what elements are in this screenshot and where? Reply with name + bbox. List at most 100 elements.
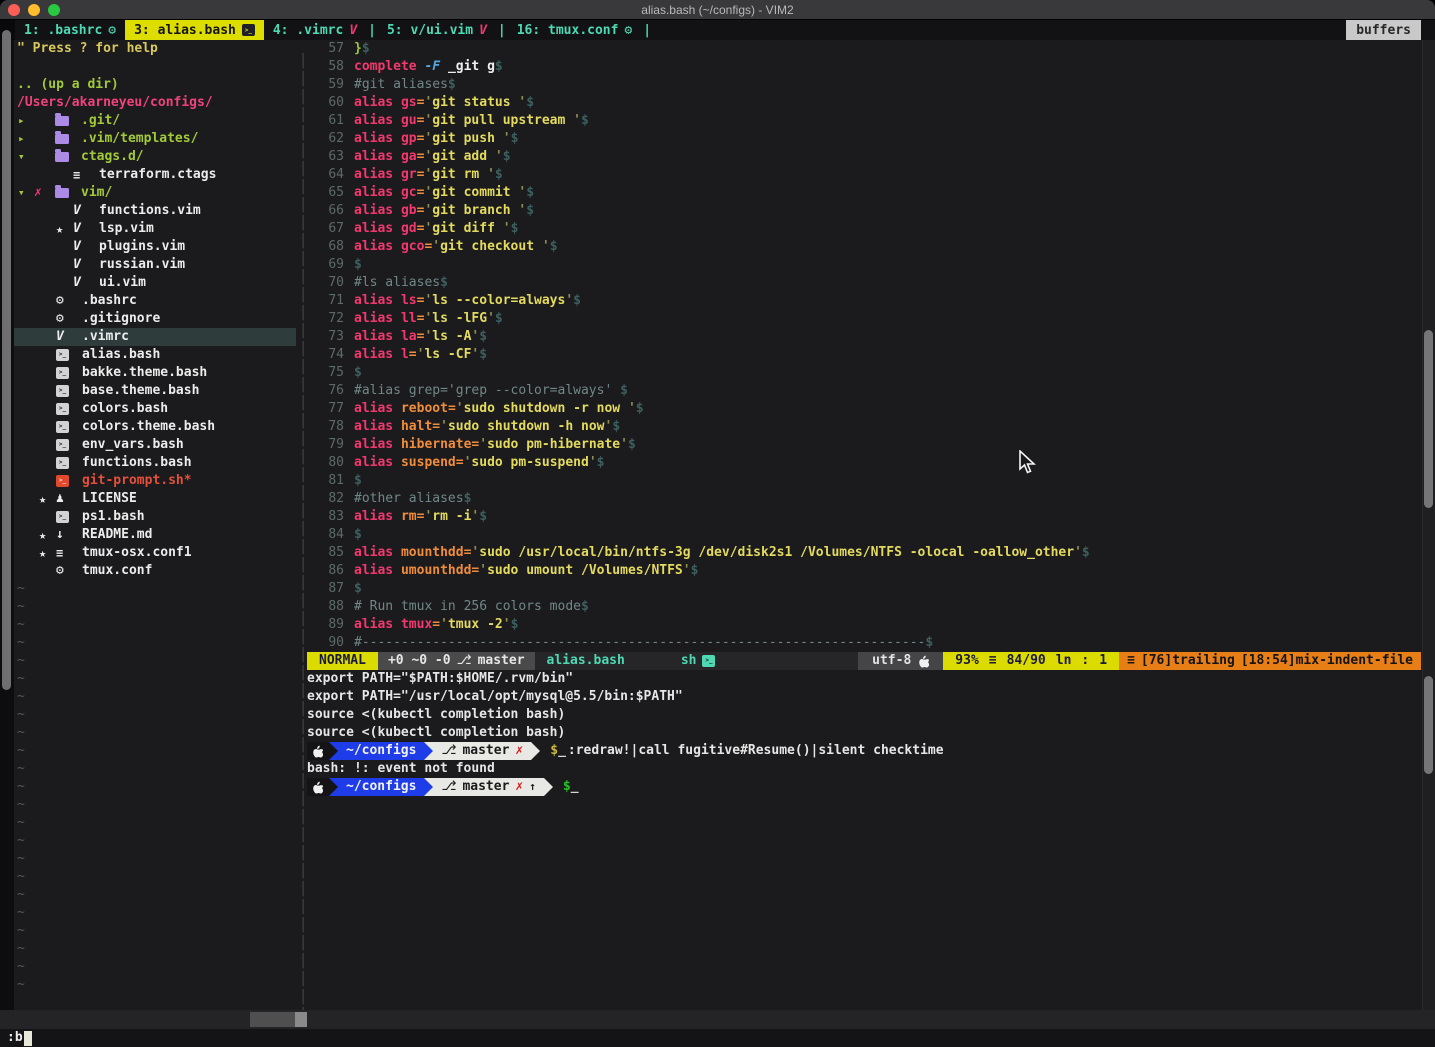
tree-item-ps1.bash[interactable]: ps1.bash — [14, 508, 296, 526]
buffer-tab-1-.bashrc[interactable]: 1: .bashrc⚙ — [15, 20, 125, 40]
tree-item-functions.bash[interactable]: functions.bash — [14, 454, 296, 472]
tree-item-readme.md[interactable]: ★ ↓ README.md — [14, 526, 296, 544]
tree-item-git-prompt.sh-[interactable]: git-prompt.sh* — [14, 472, 296, 490]
tree-item-license[interactable]: ★♟LICENSE — [14, 490, 296, 508]
line-number: 65 — [310, 184, 344, 202]
buffer-tab-16-tmux.conf[interactable]: 16: tmux.conf⚙ — [508, 20, 642, 40]
prompt-git-segment: ⎇ master ✗ ↑ — [433, 778, 543, 796]
editor-scrollbar[interactable] — [1424, 330, 1433, 508]
powerline-arrow — [424, 742, 433, 760]
terminal-scrollbar[interactable] — [1424, 676, 1433, 774]
left-scrollbar[interactable] — [2, 30, 11, 690]
line-number: 60 — [310, 94, 344, 112]
code-line-79: 79alias hibernate='sudo pm-hibernate'$ — [310, 436, 1422, 454]
tree-item-label: .git/ — [81, 112, 120, 130]
tree-item-label: .vim/templates/ — [81, 130, 198, 148]
shell-file-icon — [56, 385, 69, 397]
empty-line-tilde: ~ — [14, 832, 296, 850]
code-line-84: 84$ — [310, 526, 1422, 544]
tree-item-label: plugins.vim — [99, 238, 185, 256]
line-number: 57 — [310, 40, 344, 58]
folder-icon — [55, 188, 69, 198]
nerdtree-blank-row — [14, 58, 296, 76]
tree-item-.gitignore[interactable]: ⚙.gitignore — [14, 310, 296, 328]
terminal-pane[interactable]: export PATH="$PATH:$HOME/.rvm/bin"export… — [307, 670, 1422, 1010]
nerdtree-sidebar[interactable]: " Press ? for help .. (up a dir) /Users/… — [14, 40, 296, 1010]
buffer-tab-5-v-ui.vim[interactable]: 5: v/ui.vimV — [378, 20, 496, 40]
shell-file-icon — [56, 349, 69, 361]
line-number: 81 — [310, 472, 344, 490]
statusline: NORMAL +0 ~0 -0 ⎇ master alias.bash sh u… — [307, 652, 1421, 670]
tree-item-tmux.conf[interactable]: ⚙tmux.conf — [14, 562, 296, 580]
line-content: alias tmux='tmux -2'$ — [354, 616, 518, 634]
code-line-70: 70#ls aliases$ — [310, 274, 1422, 292]
tree-item-.bashrc[interactable]: ⚙.bashrc — [14, 292, 296, 310]
tree-item-functions.vim[interactable]: Vfunctions.vim — [14, 202, 296, 220]
line-content: alias hibernate='sudo pm-hibernate'$ — [354, 436, 636, 454]
line-number: 67 — [310, 220, 344, 238]
line-number: 64 — [310, 166, 344, 184]
tree-item-bakke.theme.bash[interactable]: bakke.theme.bash — [14, 364, 296, 382]
tree-item-russian.vim[interactable]: Vrussian.vim — [14, 256, 296, 274]
tree-item-.git-[interactable]: ▸.git/ — [14, 112, 296, 130]
main-area: " Press ? for help .. (up a dir) /Users/… — [0, 40, 1435, 1010]
git-ahead-mark: ↑ — [529, 778, 536, 796]
tree-item-.vim-templates-[interactable]: ▸.vim/templates/ — [14, 130, 296, 148]
line-content: alias halt='sudo shutdown -h now'$ — [354, 418, 620, 436]
editor-pane[interactable]: 57}$58complete -F _git g$59#git aliases$… — [310, 40, 1422, 652]
terminal-output-line: export PATH="$PATH:$HOME/.rvm/bin" — [307, 670, 1422, 688]
tree-item-lsp.vim[interactable]: ★Vlsp.vim — [14, 220, 296, 238]
line-number: 76 — [310, 382, 344, 400]
tree-item-base.theme.bash[interactable]: base.theme.bash — [14, 382, 296, 400]
tree-item-terraform.ctags[interactable]: ≡terraform.ctags — [14, 166, 296, 184]
tab-separator: | — [496, 20, 508, 40]
empty-line-tilde: ~ — [14, 706, 296, 724]
nerdtree-up-dir[interactable]: .. (up a dir) — [14, 76, 296, 94]
tree-item-tmux-osx.conf1[interactable]: ★≡tmux-osx.conf1 — [14, 544, 296, 562]
tree-item-label: tmux-osx.conf1 — [82, 544, 192, 562]
gear-icon: ⚙ — [56, 310, 64, 328]
tab-label: 1: .bashrc — [24, 23, 102, 38]
tree-item-ctags.d-[interactable]: ▾ctags.d/ — [14, 148, 296, 166]
code-line-61: 61alias gu='git pull upstream '$ — [310, 112, 1422, 130]
code-line-65: 65alias gc='git commit '$ — [310, 184, 1422, 202]
tree-item-vim-[interactable]: ▾✗vim/ — [14, 184, 296, 202]
tree-item-colors.theme.bash[interactable]: colors.theme.bash — [14, 418, 296, 436]
nerdtree-root-path: /Users/akarneyeu/configs/ — [14, 94, 296, 112]
statusline-warnings: ≡ [76]trailing [18:54]mix-indent-file — [1119, 652, 1421, 670]
code-line-80: 80alias suspend='sudo pm-suspend'$ — [310, 454, 1422, 472]
prompt-path-segment: ~/configs — [338, 778, 424, 796]
line-content: alias reboot='sudo shutdown -r now '$ — [354, 400, 644, 418]
vim-icon: V — [479, 23, 487, 38]
line-number: 89 — [310, 616, 344, 634]
tree-item-env-vars.bash[interactable]: env_vars.bash — [14, 436, 296, 454]
markdown-file-icon: ↓ — [56, 526, 64, 544]
hunks-summary: +0 ~0 -0 — [388, 652, 451, 670]
line-content: alias gr='git rm '$ — [354, 166, 503, 184]
tree-item-ui.vim[interactable]: Vui.vim — [14, 274, 296, 292]
tree-item-plugins.vim[interactable]: Vplugins.vim — [14, 238, 296, 256]
tree-item-alias.bash[interactable]: alias.bash — [14, 346, 296, 364]
tree-item-label: colors.bash — [82, 400, 168, 418]
code-line-90: 90#-------------------------------------… — [310, 634, 1422, 652]
empty-line-tilde: ~ — [14, 670, 296, 688]
statusline-filename: alias.bash — [547, 652, 625, 670]
buffer-tab-4-.vimrc[interactable]: 4: .vimrcV — [264, 20, 366, 40]
chevron-down-icon: ▾ — [18, 148, 25, 166]
shell-file-icon — [56, 421, 69, 433]
buffer-tab-3-alias.bash[interactable]: 3: alias.bash — [125, 20, 264, 40]
command-text: :b — [7, 1029, 23, 1047]
tree-item-colors.bash[interactable]: colors.bash — [14, 400, 296, 418]
star-icon: ★ — [39, 526, 46, 544]
left-gutter — [0, 40, 14, 1010]
line-number: 63 — [310, 148, 344, 166]
tree-item-label: README.md — [82, 526, 152, 544]
tab-separator: | — [366, 20, 378, 40]
vim-command-line[interactable]: :b — [0, 1029, 1435, 1047]
line-content: #ls aliases$ — [354, 274, 448, 292]
line-number: 88 — [310, 598, 344, 616]
empty-line-tilde: ~ — [14, 652, 296, 670]
tree-item-.vimrc[interactable]: V.vimrc — [14, 328, 296, 346]
star-icon: ★ — [39, 490, 46, 508]
empty-line-tilde: ~ — [14, 580, 296, 598]
